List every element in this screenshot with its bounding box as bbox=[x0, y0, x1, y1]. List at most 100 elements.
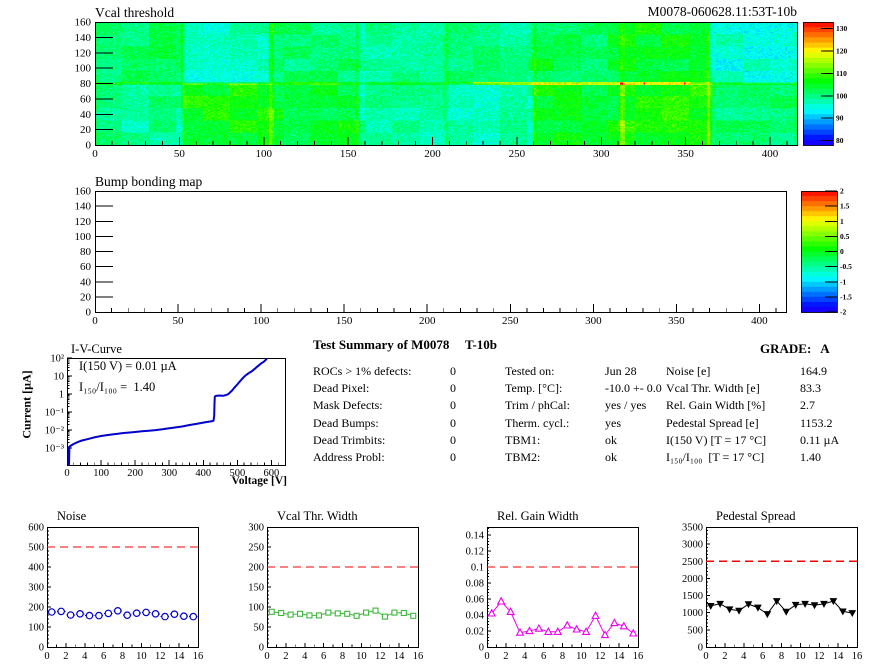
summary-label: Address Probl: bbox=[313, 450, 385, 464]
tick-label: 100 bbox=[28, 623, 44, 634]
summary-value: 2.7 bbox=[800, 398, 815, 412]
tick-label: 100 bbox=[253, 315, 270, 327]
tick-label: 150 bbox=[336, 315, 353, 327]
colorbar-tick-label: 0.5 bbox=[840, 232, 850, 241]
colorbar-cell bbox=[803, 42, 833, 49]
tick-label: 100 bbox=[75, 63, 92, 75]
summary-value: 0 bbox=[450, 416, 456, 430]
tick-label: 10 bbox=[356, 651, 367, 662]
series-line bbox=[710, 600, 853, 615]
colorbar-frame bbox=[801, 191, 838, 313]
grade-label: GRADE: bbox=[760, 341, 812, 356]
summary-title: Test Summary of M0078 bbox=[313, 337, 450, 352]
summary-module-type: T-10b bbox=[465, 337, 498, 352]
tick-label: 3500 bbox=[682, 523, 703, 534]
tick-label: 16 bbox=[633, 651, 644, 662]
data-point bbox=[325, 609, 332, 616]
data-point bbox=[716, 600, 725, 608]
tick-label: 10² bbox=[50, 354, 64, 365]
tick-label: 250 bbox=[502, 315, 519, 327]
tick-label: 160 bbox=[75, 186, 92, 198]
tick-label: 0.1 bbox=[471, 563, 484, 574]
colorbar-tick-label: 80 bbox=[836, 136, 844, 145]
data-point bbox=[315, 612, 322, 619]
tick-label: 1000 bbox=[682, 608, 703, 619]
iv-curve-title: I-V-Curve bbox=[71, 342, 122, 356]
summary-label: Noise [e] bbox=[666, 364, 711, 378]
data-point bbox=[848, 610, 857, 618]
tick-label: 350 bbox=[677, 148, 694, 160]
tick-label: 500 bbox=[28, 543, 44, 554]
data-point bbox=[151, 609, 160, 618]
summary-label: Temp. [°C]: bbox=[505, 381, 563, 395]
tick-label: 0 bbox=[92, 148, 98, 160]
tick-label: 100 bbox=[75, 231, 92, 243]
tick-label: 12 bbox=[595, 651, 606, 662]
colorbar-cell bbox=[803, 47, 833, 54]
summary-label: Rel. Gain Width [%] bbox=[666, 398, 766, 412]
tick-label: 10 bbox=[576, 651, 587, 662]
data-point bbox=[400, 609, 407, 617]
summary-row: Mask Defects: 0 Trim / phCal: yes / yes Re… bbox=[0, 398, 896, 415]
colorbar-cell bbox=[803, 83, 833, 90]
data-point bbox=[506, 607, 515, 615]
summary-value: 164.9 bbox=[800, 364, 827, 378]
colorbar-cell bbox=[801, 306, 837, 313]
data-point bbox=[534, 623, 544, 632]
tick-label: 14 bbox=[614, 651, 625, 662]
tick-label: 200 bbox=[127, 468, 143, 479]
data-point bbox=[744, 601, 753, 609]
data-point bbox=[562, 620, 572, 629]
data-point bbox=[344, 610, 351, 617]
tick-label: 140 bbox=[75, 32, 92, 44]
tick-label: 14 bbox=[394, 651, 405, 662]
data-point bbox=[391, 609, 398, 616]
tick-label: 6 bbox=[541, 651, 546, 662]
colorbar-tick-label: 1.5 bbox=[840, 202, 850, 211]
tick-label: 0 bbox=[64, 468, 69, 479]
summary-value: ok bbox=[605, 433, 617, 447]
data-point bbox=[772, 598, 781, 606]
data-point bbox=[268, 608, 275, 615]
colorbar-cell bbox=[801, 206, 837, 212]
colorbar-tick-label: 110 bbox=[836, 69, 847, 78]
data-point bbox=[278, 609, 285, 617]
tick-label: 40 bbox=[80, 276, 92, 288]
tick-label: 0.04 bbox=[466, 611, 485, 622]
tick-label: 300 bbox=[248, 523, 264, 534]
tick-label: 100 bbox=[248, 603, 264, 614]
noise-plot-title: Noise bbox=[57, 509, 87, 523]
data-point bbox=[372, 607, 379, 614]
tick-label: 10 bbox=[795, 651, 806, 662]
plot-frame bbox=[267, 527, 419, 648]
data-point bbox=[515, 627, 525, 636]
summary-value: 0 bbox=[450, 450, 456, 464]
tick-label: 80 bbox=[80, 78, 92, 90]
data-point bbox=[47, 608, 56, 616]
data-point bbox=[189, 612, 198, 621]
summary-value: yes bbox=[605, 416, 621, 430]
tick-label: 200 bbox=[248, 563, 264, 574]
data-point bbox=[95, 611, 103, 620]
plot-frame bbox=[95, 191, 787, 313]
tick-label: 0 bbox=[86, 307, 92, 319]
tick-label: 8 bbox=[120, 651, 125, 662]
gain-width-plot-title: Rel. Gain Width bbox=[497, 509, 579, 523]
data-point bbox=[161, 612, 169, 621]
tick-label: 14 bbox=[833, 651, 844, 662]
data-point bbox=[553, 627, 563, 635]
tick-label: 400 bbox=[762, 148, 779, 160]
colorbar-cell bbox=[801, 296, 837, 303]
summary-label: Trim / phCal: bbox=[505, 398, 570, 412]
plot-frame bbox=[487, 527, 639, 648]
tick-label: 8 bbox=[340, 651, 345, 662]
summary-label: I(150 V) [T = 17 °C] bbox=[666, 433, 767, 447]
tick-label: 300 bbox=[161, 468, 177, 479]
data-point bbox=[132, 609, 141, 618]
tick-label: 20 bbox=[80, 291, 92, 303]
tick-label: 16 bbox=[852, 651, 863, 662]
colorbar-cell bbox=[803, 57, 833, 64]
colorbar-cell bbox=[801, 276, 837, 283]
tick-label: 0 bbox=[39, 643, 44, 654]
series-line bbox=[271, 610, 414, 618]
